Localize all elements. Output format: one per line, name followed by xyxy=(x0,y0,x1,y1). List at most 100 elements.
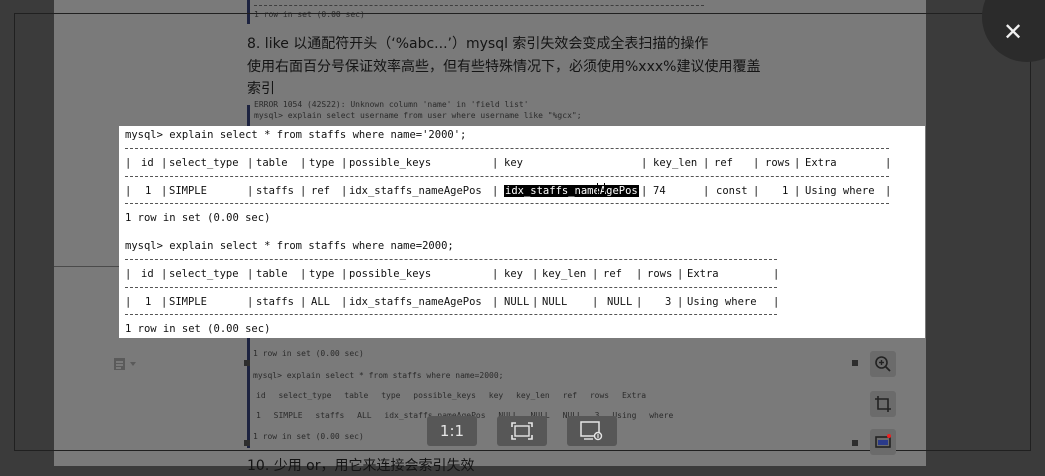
table-pipe: | xyxy=(300,185,307,197)
table-border xyxy=(125,203,889,204)
table-pipe: | xyxy=(341,185,348,197)
data-cell: ref xyxy=(311,185,330,197)
table-pipe: | xyxy=(677,268,684,280)
cell: key_len xyxy=(516,391,550,400)
table-pipe: | xyxy=(125,157,132,169)
fit-screen-button[interactable] xyxy=(497,416,547,446)
header-cell: rows xyxy=(765,157,791,169)
table-pipe: | xyxy=(125,185,132,197)
doc-table-header: id select_type table type possible_keys … xyxy=(256,391,646,400)
text-cursor-icon xyxy=(597,183,605,197)
data-cell: staffs xyxy=(256,185,294,197)
fit-screen-icon xyxy=(511,422,533,440)
table-border xyxy=(125,148,889,149)
header-cell: select_type xyxy=(169,268,239,280)
data-cell: staffs xyxy=(256,296,294,308)
table-pipe: | xyxy=(341,296,348,308)
zoom-in-icon xyxy=(875,356,891,372)
table-pipe: | xyxy=(703,185,710,197)
data-cell: NULL xyxy=(504,296,530,308)
header-cell: possible_keys xyxy=(349,157,432,169)
export-button[interactable] xyxy=(567,416,617,446)
table-pipe: | xyxy=(247,185,254,197)
cell: ALL xyxy=(357,411,372,420)
crop-icon xyxy=(875,396,891,412)
table-pipe: | xyxy=(753,185,760,197)
table-pipe: | xyxy=(532,296,539,308)
cell: staffs xyxy=(315,411,345,420)
cell: key xyxy=(488,391,504,400)
cell: Extra xyxy=(621,391,647,400)
table-pipe: | xyxy=(492,268,499,280)
cell: ref xyxy=(562,391,578,400)
doc-faint-line: ERROR 1054 (42S22): Unknown column 'name… xyxy=(254,100,529,109)
header-cell: ref xyxy=(714,157,733,169)
code-block-marker xyxy=(247,338,250,448)
data-cell: 74 xyxy=(653,185,666,197)
data-cell: 3 xyxy=(665,296,672,308)
header-cell: key_len xyxy=(542,268,587,280)
close-icon[interactable]: ✕ xyxy=(1000,19,1026,45)
code-block-marker xyxy=(247,0,250,24)
cell: type xyxy=(381,391,401,400)
cell: 1 xyxy=(256,411,261,420)
table-border xyxy=(254,5,704,6)
table-pipe: | xyxy=(161,268,168,280)
crop-button[interactable] xyxy=(870,391,896,417)
table-pipe: | xyxy=(794,185,801,197)
cell: Using where xyxy=(612,411,674,420)
data-cell: 1 xyxy=(145,296,152,308)
table-pipe: | xyxy=(125,296,132,308)
data-cell: SIMPLE xyxy=(169,185,207,197)
preview-image[interactable]: mysql> explain select * from staffs wher… xyxy=(119,126,925,338)
table-pipe: | xyxy=(641,185,648,197)
cell: id xyxy=(256,391,266,400)
doc-faint-line: mysql> explain select username from user… xyxy=(254,111,582,120)
resize-handle[interactable] xyxy=(852,440,858,446)
doc-result-line: 1 row in set (0.00 sec) xyxy=(253,432,364,441)
table-pipe: | xyxy=(300,268,307,280)
data-cell: Using where xyxy=(687,296,757,308)
resize-handle[interactable] xyxy=(244,360,250,366)
result-line: 1 row in set (0.00 sec) xyxy=(125,212,271,224)
zoom-in-button[interactable] xyxy=(870,351,896,377)
header-cell: table xyxy=(256,268,288,280)
screen-share-button[interactable] xyxy=(870,429,896,455)
doc-divider xyxy=(54,266,120,267)
cell: rows xyxy=(589,391,610,400)
actual-size-label: 1:1 xyxy=(439,422,465,440)
cell: SIMPLE xyxy=(273,411,303,420)
table-pipe: | xyxy=(641,157,648,169)
data-cell: 1 xyxy=(782,185,789,197)
doc-heading: 10. 少用 or，用它来连接会索引失效 xyxy=(247,458,475,474)
table-pipe: | xyxy=(753,157,760,169)
query-line: mysql> explain select * from staffs wher… xyxy=(125,240,454,252)
doc-format-icon[interactable] xyxy=(113,356,143,372)
data-cell: 1 xyxy=(145,185,152,197)
header-cell: type xyxy=(309,157,335,169)
table-pipe: | xyxy=(794,157,801,169)
cell: table xyxy=(344,391,369,400)
table-pipe: | xyxy=(161,185,168,197)
query-line: mysql> explain select * from staffs wher… xyxy=(125,129,467,141)
cell: select_type xyxy=(278,391,332,400)
resize-handle[interactable] xyxy=(244,440,250,446)
table-pipe: | xyxy=(341,157,348,169)
table-pipe: | xyxy=(300,296,307,308)
actual-size-button[interactable]: 1:1 xyxy=(427,416,477,446)
selected-text[interactable]: idx_staffs_nameAgePos xyxy=(504,185,639,197)
data-cell: Using where xyxy=(805,185,875,197)
table-border xyxy=(125,259,777,260)
table-pipe: | xyxy=(532,268,539,280)
data-cell: NULL xyxy=(607,296,633,308)
doc-result-line: 1 row in set (0.00 sec) xyxy=(253,349,364,358)
data-cell-selected[interactable]: idx_staffs_nameAgePos xyxy=(504,184,639,198)
resize-handle[interactable] xyxy=(852,360,858,366)
header-cell: table xyxy=(256,157,288,169)
code-block-marker xyxy=(247,105,250,127)
header-cell: Extra xyxy=(687,268,719,280)
header-cell: key xyxy=(504,157,523,169)
data-cell: SIMPLE xyxy=(169,296,207,308)
result-line: 1 row in set (0.00 sec) xyxy=(125,323,271,335)
data-cell: idx_staffs_nameAgePos xyxy=(349,185,482,197)
